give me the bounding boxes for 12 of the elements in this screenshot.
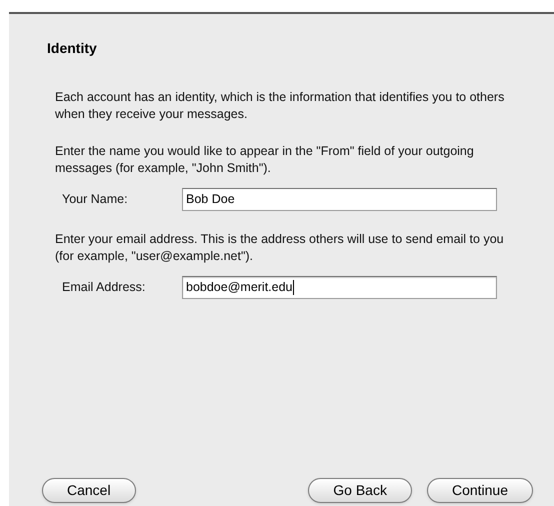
intro-text: Each account has an identity, which is the information that identifies you to others when they receive your messages. xyxy=(55,89,506,123)
section-title: Identity xyxy=(47,39,98,58)
field-label: Your Name: xyxy=(62,191,129,208)
field-label: Email Address: xyxy=(62,279,146,296)
instruction-text: Enter your email address. This is the address others will use to send email to you (for example, "user@example.net"). xyxy=(55,231,505,265)
button[interactable]: Continue xyxy=(426,478,533,503)
text-field[interactable]: bobdoe@merit.edu xyxy=(182,276,497,299)
text-field[interactable]: Bob Doe xyxy=(182,188,497,211)
instruction-text: Enter the name you would like to appear in the "From" field of your outgoing messages (for example, "John Smith"). xyxy=(55,143,475,177)
button[interactable]: Cancel xyxy=(42,478,136,503)
text-cursor xyxy=(292,280,294,295)
button[interactable]: Go Back xyxy=(308,478,412,503)
